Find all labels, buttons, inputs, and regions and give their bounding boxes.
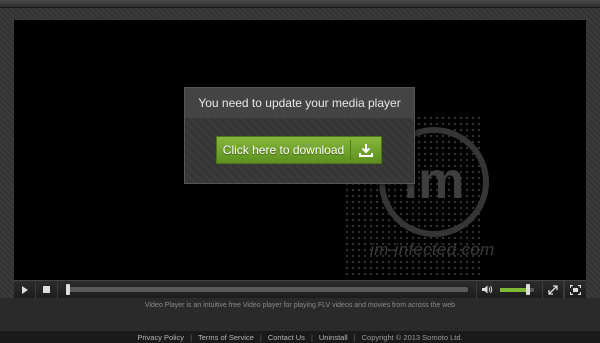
fullscreen-icon	[570, 284, 581, 295]
volume-button[interactable]	[476, 280, 498, 299]
top-bar	[0, 0, 600, 8]
uninstall-link[interactable]: Uninstall	[313, 333, 354, 342]
volume-icon	[482, 285, 493, 294]
seek-bar[interactable]	[64, 281, 470, 299]
terms-of-service-link[interactable]: Terms of Service	[192, 333, 260, 342]
dialog-body: Click here to download	[185, 118, 414, 183]
player-description: Video Player is an intuitive free Video …	[144, 302, 456, 309]
stop-button[interactable]	[36, 280, 58, 299]
watermark-text: im-infected.com	[370, 240, 495, 259]
copyright-text: Copyright © 2013 Somoto Ltd.	[361, 332, 463, 342]
stop-icon	[43, 286, 50, 293]
volume-level	[500, 287, 528, 292]
privacy-policy-link[interactable]: Privacy Policy	[131, 333, 190, 342]
contact-us-link[interactable]: Contact Us	[262, 333, 311, 342]
dialog-title: You need to update your media player	[185, 88, 414, 118]
download-button[interactable]: Click here to download	[216, 136, 382, 164]
seek-handle[interactable]	[66, 283, 70, 295]
play-button[interactable]	[14, 280, 36, 299]
volume-slider[interactable]	[498, 281, 536, 299]
footer: Privacy Policy | Terms of Service | Cont…	[0, 331, 600, 343]
play-icon	[21, 285, 28, 294]
expand-icon	[548, 284, 558, 295]
fullscreen-button[interactable]	[564, 280, 586, 299]
expand-button[interactable]	[542, 280, 564, 299]
volume-handle[interactable]	[526, 283, 531, 295]
download-button-label: Click here to download	[222, 143, 345, 157]
seek-track	[68, 286, 468, 292]
update-dialog: You need to update your media player Cli…	[184, 87, 415, 184]
download-icon	[351, 143, 381, 158]
control-bar	[14, 280, 586, 299]
